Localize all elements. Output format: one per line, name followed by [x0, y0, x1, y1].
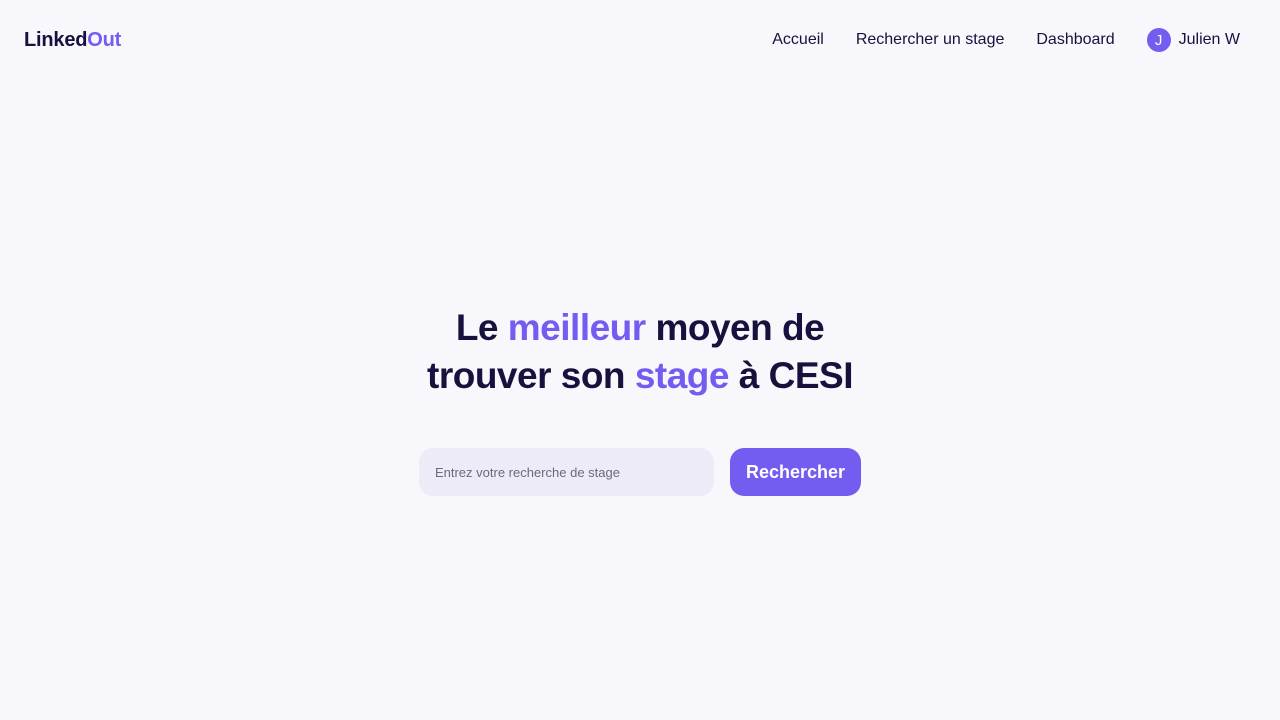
logo-text-accent: Out — [87, 28, 122, 51]
hero-title-accent-stage: stage — [634, 355, 730, 396]
search-button[interactable]: Rechercher — [729, 448, 862, 496]
hero-section: Le meilleur moyen de trouver son stage à… — [0, 304, 1280, 496]
search-input[interactable] — [418, 448, 714, 496]
navbar: LinkedOut Accueil Rechercher un stage Da… — [0, 0, 1280, 80]
hero-title-line1-text-b: moyen de — [645, 307, 825, 348]
nav-link-rechercher-stage[interactable]: Rechercher un stage — [856, 31, 1005, 49]
hero-title-line1-text-a: Le — [455, 307, 508, 348]
hero-title: Le meilleur moyen de trouver son stage à… — [400, 304, 880, 400]
search-bar: Rechercher — [418, 448, 862, 496]
logo-text-main: Linked — [24, 28, 88, 51]
avatar: J — [1146, 28, 1171, 52]
user-menu[interactable]: J Julien W — [1146, 28, 1240, 52]
user-name: Julien W — [1178, 31, 1240, 48]
hero-title-accent-meilleur: meilleur — [507, 307, 646, 348]
hero-title-line2-text-b: à CESI — [728, 355, 854, 396]
nav-links: Accueil Rechercher un stage Dashboard J … — [772, 28, 1240, 52]
logo[interactable]: LinkedOut — [24, 29, 121, 52]
nav-link-accueil[interactable]: Accueil — [772, 31, 824, 49]
nav-link-dashboard[interactable]: Dashboard — [1036, 31, 1114, 49]
hero-title-line2-text-a: trouver son — [427, 355, 635, 396]
